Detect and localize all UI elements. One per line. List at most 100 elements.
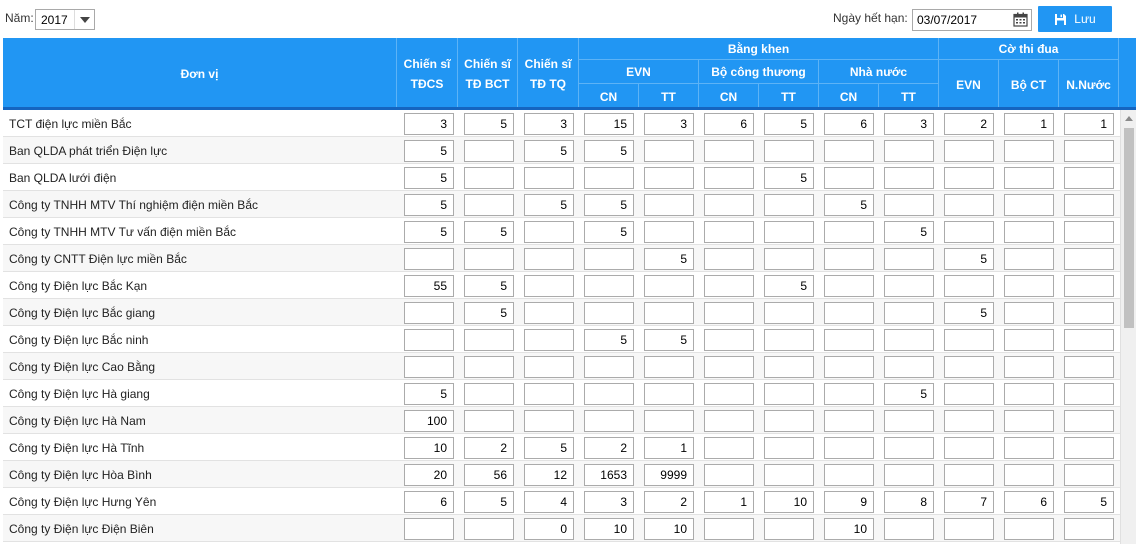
- value-input-bct-cn[interactable]: [704, 221, 754, 243]
- value-input-nn-tt[interactable]: [884, 113, 934, 135]
- value-input-co-nnuoc[interactable]: [1064, 302, 1114, 324]
- value-input-evn-cn[interactable]: [584, 194, 634, 216]
- value-input-tdcs[interactable]: [404, 248, 454, 270]
- value-input-nn-tt[interactable]: [884, 248, 934, 270]
- value-input-tdtq[interactable]: [524, 275, 574, 297]
- value-input-tdbct[interactable]: [464, 167, 514, 189]
- value-input-co-nnuoc[interactable]: [1064, 410, 1114, 432]
- value-input-co-nnuoc[interactable]: [1064, 275, 1114, 297]
- value-input-tdtq[interactable]: [524, 383, 574, 405]
- value-input-co-nnuoc[interactable]: [1064, 437, 1114, 459]
- value-input-bct-cn[interactable]: [704, 464, 754, 486]
- value-input-co-evn[interactable]: [944, 464, 994, 486]
- value-input-tdcs[interactable]: [404, 464, 454, 486]
- value-input-nn-tt[interactable]: [884, 275, 934, 297]
- value-input-co-evn[interactable]: [944, 248, 994, 270]
- value-input-co-nnuoc[interactable]: [1064, 140, 1114, 162]
- value-input-bct-tt[interactable]: [764, 491, 814, 513]
- value-input-co-evn[interactable]: [944, 329, 994, 351]
- value-input-tdbct[interactable]: [464, 383, 514, 405]
- value-input-bct-tt[interactable]: [764, 221, 814, 243]
- value-input-tdtq[interactable]: [524, 221, 574, 243]
- value-input-tdcs[interactable]: [404, 491, 454, 513]
- value-input-bct-tt[interactable]: [764, 383, 814, 405]
- value-input-nn-tt[interactable]: [884, 140, 934, 162]
- value-input-co-evn[interactable]: [944, 410, 994, 432]
- value-input-nn-cn[interactable]: [824, 464, 874, 486]
- value-input-tdbct[interactable]: [464, 491, 514, 513]
- value-input-tdcs[interactable]: [404, 383, 454, 405]
- value-input-nn-cn[interactable]: [824, 248, 874, 270]
- value-input-co-boct[interactable]: [1004, 248, 1054, 270]
- value-input-tdcs[interactable]: [404, 356, 454, 378]
- value-input-nn-cn[interactable]: [824, 410, 874, 432]
- value-input-evn-cn[interactable]: [584, 329, 634, 351]
- year-select[interactable]: 2017: [35, 9, 95, 30]
- value-input-co-boct[interactable]: [1004, 194, 1054, 216]
- value-input-bct-tt[interactable]: [764, 194, 814, 216]
- value-input-tdtq[interactable]: [524, 167, 574, 189]
- value-input-evn-cn[interactable]: [584, 167, 634, 189]
- value-input-evn-cn[interactable]: [584, 491, 634, 513]
- value-input-evn-tt[interactable]: [644, 302, 694, 324]
- value-input-co-nnuoc[interactable]: [1064, 491, 1114, 513]
- value-input-bct-tt[interactable]: [764, 329, 814, 351]
- value-input-tdcs[interactable]: [404, 167, 454, 189]
- value-input-co-boct[interactable]: [1004, 302, 1054, 324]
- value-input-bct-cn[interactable]: [704, 275, 754, 297]
- value-input-tdbct[interactable]: [464, 464, 514, 486]
- value-input-co-boct[interactable]: [1004, 383, 1054, 405]
- value-input-nn-tt[interactable]: [884, 329, 934, 351]
- value-input-evn-cn[interactable]: [584, 248, 634, 270]
- calendar-icon[interactable]: [1013, 12, 1028, 27]
- value-input-tdtq[interactable]: [524, 491, 574, 513]
- value-input-evn-tt[interactable]: [644, 194, 694, 216]
- value-input-evn-tt[interactable]: [644, 356, 694, 378]
- value-input-tdcs[interactable]: [404, 329, 454, 351]
- value-input-bct-cn[interactable]: [704, 518, 754, 540]
- value-input-bct-cn[interactable]: [704, 383, 754, 405]
- value-input-evn-cn[interactable]: [584, 383, 634, 405]
- value-input-co-evn[interactable]: [944, 491, 994, 513]
- value-input-tdcs[interactable]: [404, 221, 454, 243]
- chevron-down-icon[interactable]: [74, 10, 94, 29]
- value-input-co-evn[interactable]: [944, 518, 994, 540]
- value-input-co-evn[interactable]: [944, 437, 994, 459]
- value-input-tdtq[interactable]: [524, 518, 574, 540]
- value-input-bct-tt[interactable]: [764, 113, 814, 135]
- value-input-tdbct[interactable]: [464, 113, 514, 135]
- value-input-tdtq[interactable]: [524, 248, 574, 270]
- value-input-co-boct[interactable]: [1004, 113, 1054, 135]
- value-input-co-evn[interactable]: [944, 113, 994, 135]
- value-input-tdtq[interactable]: [524, 356, 574, 378]
- value-input-nn-cn[interactable]: [824, 437, 874, 459]
- value-input-evn-tt[interactable]: [644, 518, 694, 540]
- value-input-co-evn[interactable]: [944, 275, 994, 297]
- value-input-co-boct[interactable]: [1004, 221, 1054, 243]
- value-input-tdcs[interactable]: [404, 140, 454, 162]
- value-input-evn-cn[interactable]: [584, 275, 634, 297]
- value-input-tdbct[interactable]: [464, 518, 514, 540]
- value-input-tdcs[interactable]: [404, 113, 454, 135]
- value-input-tdbct[interactable]: [464, 356, 514, 378]
- value-input-co-boct[interactable]: [1004, 518, 1054, 540]
- value-input-bct-cn[interactable]: [704, 302, 754, 324]
- value-input-nn-tt[interactable]: [884, 437, 934, 459]
- value-input-tdbct[interactable]: [464, 194, 514, 216]
- value-input-evn-cn[interactable]: [584, 221, 634, 243]
- value-input-tdcs[interactable]: [404, 194, 454, 216]
- value-input-evn-cn[interactable]: [584, 302, 634, 324]
- value-input-evn-tt[interactable]: [644, 383, 694, 405]
- value-input-bct-tt[interactable]: [764, 302, 814, 324]
- value-input-bct-cn[interactable]: [704, 356, 754, 378]
- value-input-nn-cn[interactable]: [824, 302, 874, 324]
- value-input-co-boct[interactable]: [1004, 491, 1054, 513]
- value-input-bct-cn[interactable]: [704, 248, 754, 270]
- value-input-nn-cn[interactable]: [824, 275, 874, 297]
- value-input-co-nnuoc[interactable]: [1064, 383, 1114, 405]
- value-input-evn-tt[interactable]: [644, 248, 694, 270]
- value-input-tdbct[interactable]: [464, 140, 514, 162]
- value-input-tdbct[interactable]: [464, 437, 514, 459]
- value-input-co-evn[interactable]: [944, 302, 994, 324]
- value-input-nn-tt[interactable]: [884, 410, 934, 432]
